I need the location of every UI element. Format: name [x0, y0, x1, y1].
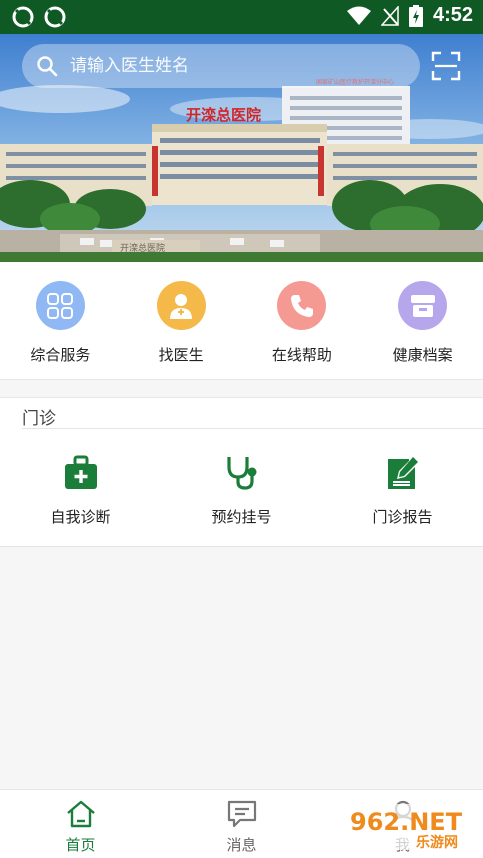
self-diagnosis-button[interactable]: 自我诊断 — [0, 429, 161, 547]
site-watermark: 962.NET 乐游网 — [344, 804, 478, 851]
quick-menu-label: 找医生 — [158, 346, 204, 364]
search-input[interactable] — [70, 56, 390, 76]
wifi-icon — [346, 6, 371, 25]
tab-messages[interactable]: 消息 — [161, 790, 322, 858]
doctor-icon — [156, 281, 206, 330]
quick-menu-label: 综合服务 — [30, 346, 91, 364]
tab-home[interactable]: 首页 — [0, 790, 161, 858]
outpatient-section: 门诊 自我诊断 预约挂号 门诊报告 — [0, 397, 483, 547]
outpatient-report-label: 门诊报告 — [372, 508, 433, 526]
tab-label: 消息 — [226, 836, 257, 854]
phone-icon — [277, 281, 327, 330]
outpatient-report-button[interactable]: 门诊报告 — [322, 429, 483, 547]
search-bar[interactable] — [22, 44, 420, 88]
appointment-label: 预约挂号 — [211, 508, 272, 526]
self-diagnosis-label: 自我诊断 — [50, 508, 111, 526]
hospital-banner[interactable]: 国家矿山医疗救护开滦分中心 开滦总医院 开滦总医院 请输入医生姓名 — [0, 34, 483, 262]
quick-menu-label: 健康档案 — [392, 346, 453, 364]
home-icon — [66, 800, 95, 828]
tab-label: 首页 — [65, 836, 96, 854]
watermark-text-bottom: 乐游网 — [416, 834, 458, 851]
sync-icon — [44, 6, 66, 28]
quick-menu: 综合服务 找医生 在线帮助 健康档案 — [0, 262, 483, 380]
clock: 4:52 — [432, 4, 473, 26]
appointment-button[interactable]: 预约挂号 — [161, 429, 322, 547]
stethoscope-icon — [226, 457, 256, 490]
medical-kit-icon — [64, 455, 97, 489]
report-icon — [387, 457, 418, 489]
sync-icon — [12, 6, 34, 28]
watermark-text-top: 962.NET — [350, 808, 463, 836]
quick-menu-label: 在线帮助 — [271, 346, 332, 364]
search-icon — [37, 56, 58, 77]
quick-menu-health-records[interactable]: 健康档案 — [362, 262, 483, 380]
quick-menu-online-help[interactable]: 在线帮助 — [242, 262, 363, 380]
battery-icon — [408, 4, 423, 27]
hospital-sign: 开滦总医院 — [186, 106, 261, 124]
archive-icon — [398, 281, 448, 330]
message-icon — [227, 800, 256, 828]
quick-menu-find-doctor[interactable]: 找医生 — [121, 262, 242, 380]
quick-menu-general-services[interactable]: 综合服务 — [0, 262, 121, 380]
no-signal-icon — [380, 5, 399, 26]
scan-icon[interactable] — [431, 51, 461, 81]
section-title: 门诊 — [22, 409, 56, 429]
status-bar: 4:52 — [0, 0, 483, 34]
grid-icon — [35, 281, 85, 330]
